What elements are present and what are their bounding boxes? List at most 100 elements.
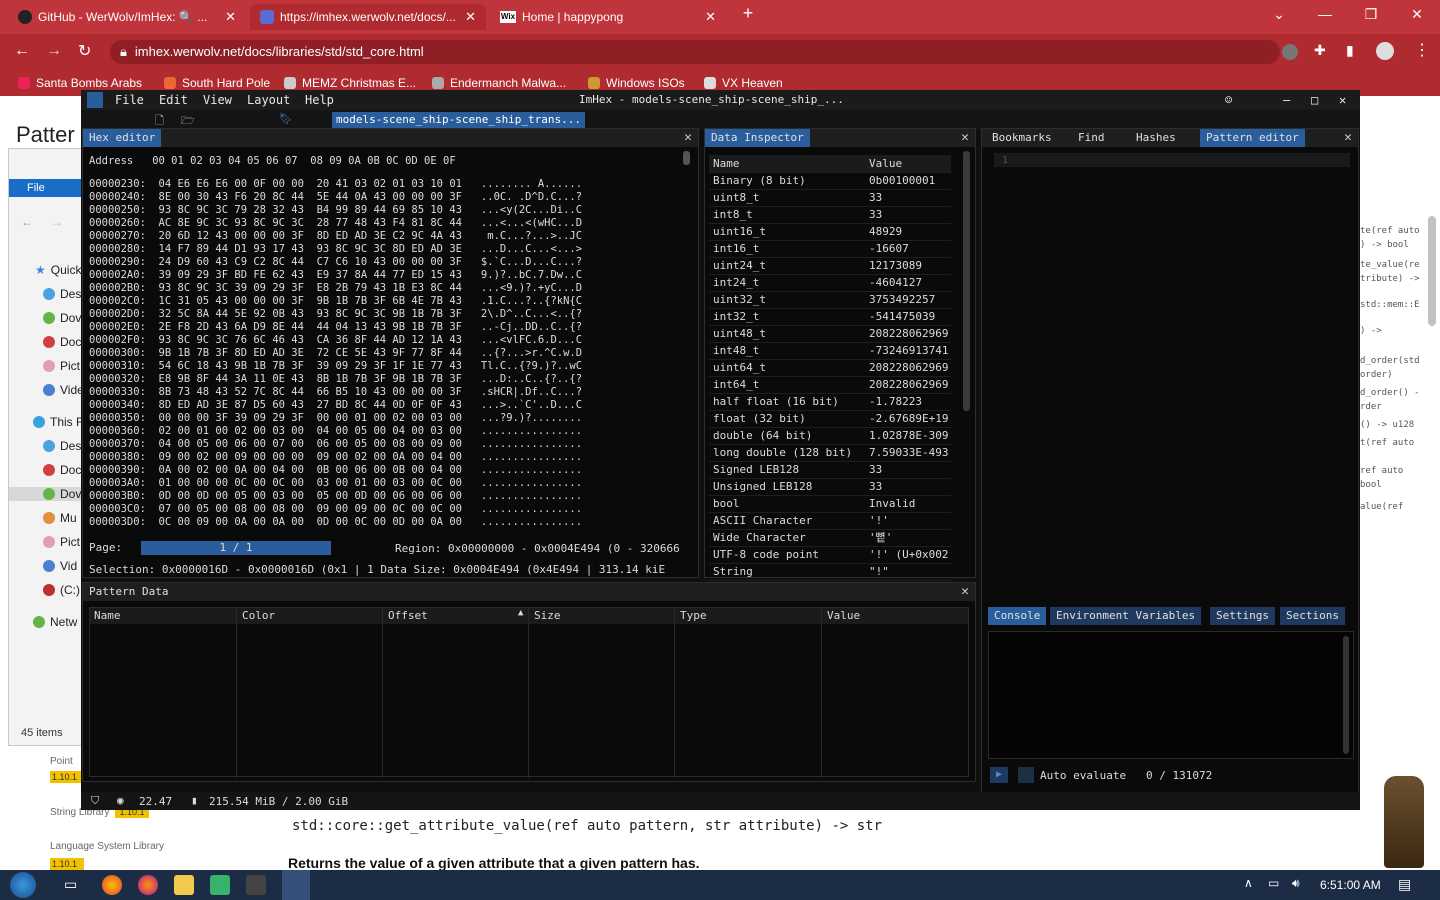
- inspector-value[interactable]: 48929: [869, 223, 955, 240]
- browser-tab-github[interactable]: GitHub - WerWolv/ImHex: 🔍 ... ✕: [8, 4, 246, 30]
- close-icon[interactable]: ✕: [225, 9, 236, 25]
- auto-evaluate-checkbox[interactable]: [1018, 767, 1034, 783]
- nav-quick-access[interactable]: ★ Quick: [35, 263, 81, 277]
- inspector-value[interactable]: -73246913741: [869, 342, 955, 359]
- reload-icon[interactable]: ↻: [78, 41, 91, 61]
- inspector-row[interactable]: Signed LEB128 33: [709, 461, 951, 479]
- hex-row[interactable]: 00000270: 20 6D 12 43 00 00 00 3F 8D ED …: [89, 230, 582, 243]
- inspector-row[interactable]: float (32 bit) -2.67689E+19: [709, 410, 951, 428]
- menu-layout[interactable]: Layout: [247, 93, 290, 107]
- bookmark-item[interactable]: MEMZ Christmas E...: [284, 76, 416, 90]
- hex-row[interactable]: 00000370: 04 00 05 00 06 00 07 00 06 00 …: [89, 438, 582, 451]
- nav-item[interactable]: Vide: [43, 383, 84, 397]
- col-type[interactable]: Type: [680, 609, 707, 622]
- hex-row[interactable]: 000002F0: 93 8C 9C 3C 76 6C 46 43 CA 36 …: [89, 334, 582, 347]
- notifications-icon[interactable]: ▤: [1398, 876, 1411, 893]
- inspector-value[interactable]: -2.67689E+19: [869, 410, 955, 427]
- hex-row[interactable]: 00000320: E8 9B 8F 44 3A 11 0E 43 8B 1B …: [89, 373, 582, 386]
- tab-bookmarks[interactable]: Bookmarks: [986, 129, 1058, 147]
- inspector-value[interactable]: 33: [869, 461, 955, 478]
- bookmark-item[interactable]: Santa Bombs Arabs: [18, 76, 142, 90]
- tab-hex-editor[interactable]: Hex editor: [83, 129, 162, 147]
- nav-network[interactable]: Netw: [33, 615, 77, 629]
- close-icon[interactable]: ✕: [1344, 130, 1352, 145]
- lib-language-system[interactable]: Language System Library 1.10.1: [50, 841, 164, 870]
- tab-sections[interactable]: Sections: [1280, 607, 1345, 625]
- minimize-button[interactable]: —: [1283, 93, 1290, 107]
- tab-hashes[interactable]: Hashes: [1130, 129, 1182, 147]
- shield-icon[interactable]: ⛉: [91, 794, 99, 808]
- nav-item[interactable]: (C:): [43, 583, 80, 597]
- nav-item[interactable]: Dov: [43, 311, 81, 325]
- minimize-button[interactable]: —: [1302, 6, 1348, 22]
- nav-item[interactable]: Doc: [43, 463, 81, 477]
- inspector-row[interactable]: half float (16 bit) -1.78223: [709, 393, 951, 411]
- close-button[interactable]: ✕: [1339, 93, 1346, 107]
- bookmark-item[interactable]: Windows ISOs: [588, 76, 685, 90]
- tab-pattern-data[interactable]: Pattern Data: [83, 583, 175, 601]
- inspector-row[interactable]: double (64 bit) 1.02878E-309: [709, 427, 951, 445]
- hex-row[interactable]: 000002C0: 1C 31 05 43 00 00 00 3F 9B 1B …: [89, 295, 582, 308]
- network-icon[interactable]: ▭: [1268, 876, 1279, 890]
- bookmark-item[interactable]: South Hard Pole: [164, 76, 270, 90]
- chrome-icon[interactable]: [102, 875, 122, 895]
- start-button[interactable]: [10, 872, 36, 898]
- hex-row[interactable]: 000003A0: 01 00 00 00 0C 00 0C 00 03 00 …: [89, 477, 582, 490]
- inspector-row[interactable]: int8_t 33: [709, 206, 951, 224]
- col-offset[interactable]: Offset: [388, 609, 428, 622]
- col-value[interactable]: Value: [827, 609, 860, 622]
- app-icon[interactable]: [210, 875, 230, 895]
- inspector-value[interactable]: '!' (U+0x002: [869, 546, 955, 563]
- col-name[interactable]: Name: [94, 609, 121, 622]
- browser-tab-docs[interactable]: https://imhex.werwolv.net/docs/... ✕: [250, 4, 486, 30]
- inspector-row[interactable]: UTF-8 code point '!' (U+0x002: [709, 546, 951, 564]
- inspector-row[interactable]: int32_t -541475039: [709, 308, 951, 326]
- inspector-row[interactable]: long double (128 bit) 7.59033E-493: [709, 444, 951, 462]
- hex-row[interactable]: 00000350: 00 00 00 3F 39 09 29 3F 00 00 …: [89, 412, 582, 425]
- inspector-value[interactable]: -541475039: [869, 308, 955, 325]
- hex-row[interactable]: 00000250: 93 8C 9C 3C 79 28 32 43 B4 99 …: [89, 204, 582, 217]
- menu-icon[interactable]: ⋮: [1414, 40, 1430, 60]
- sidebar-icon[interactable]: ▮: [1346, 42, 1354, 59]
- hex-row[interactable]: 000003B0: 0D 00 0D 00 05 00 03 00 05 00 …: [89, 490, 582, 503]
- nav-item[interactable]: Vid: [43, 559, 77, 573]
- bookmark-item[interactable]: Endermanch Malwa...: [432, 76, 566, 90]
- tab-settings[interactable]: Settings: [1210, 607, 1275, 625]
- inspector-row[interactable]: bool Invalid: [709, 495, 951, 513]
- puzzle-icon[interactable]: ✚: [1314, 42, 1326, 59]
- inspector-value[interactable]: -1.78223: [869, 393, 955, 410]
- bookmark-icon[interactable]: 🔖︎: [279, 112, 293, 125]
- profile-avatar[interactable]: [1376, 42, 1394, 60]
- maximize-button[interactable]: □: [1311, 93, 1318, 107]
- inspector-value[interactable]: 0b00100001: [869, 172, 955, 189]
- inspector-value[interactable]: -4604127: [869, 274, 955, 291]
- new-tab-button[interactable]: +: [735, 3, 761, 24]
- nav-item[interactable]: Pict: [43, 359, 80, 373]
- page-slider[interactable]: 1 / 1: [141, 541, 331, 555]
- inspector-value[interactable]: 33: [869, 206, 955, 223]
- hex-row[interactable]: 00000330: 8B 73 48 43 52 7C 8C 44 66 B5 …: [89, 386, 582, 399]
- nav-this-pc[interactable]: This F: [33, 415, 83, 429]
- hex-row[interactable]: 00000280: 14 F7 89 44 D1 93 17 43 93 8C …: [89, 243, 582, 256]
- pattern-data-table[interactable]: Name Color Offset ▲ Size Type Value: [89, 607, 969, 778]
- open-file-tab[interactable]: models-scene_ship-scene_ship_trans...: [332, 112, 586, 128]
- inspector-value[interactable]: "!": [869, 563, 955, 580]
- hex-row[interactable]: 00000380: 09 00 02 00 09 00 00 00 09 00 …: [89, 451, 582, 464]
- inspector-row[interactable]: uint16_t 48929: [709, 223, 951, 241]
- editor-line[interactable]: 1: [994, 153, 1350, 167]
- menu-edit[interactable]: Edit: [159, 93, 188, 107]
- tab-search-icon[interactable]: ⌄: [1256, 6, 1302, 23]
- file-explorer-icon[interactable]: [174, 875, 194, 895]
- close-icon[interactable]: ✕: [705, 9, 716, 25]
- firefox-icon[interactable]: [138, 875, 158, 895]
- hex-row[interactable]: 00000290: 24 D9 60 43 C9 C2 8C 44 C7 C6 …: [89, 256, 582, 269]
- inspector-value[interactable]: 7.59033E-493: [869, 444, 955, 461]
- inspector-row[interactable]: int64_t 208228062969: [709, 376, 951, 394]
- address-bar[interactable]: 🔒︎ imhex.werwolv.net/docs/libraries/std/s…: [110, 40, 1280, 64]
- imhex-taskbar-icon[interactable]: [282, 870, 310, 900]
- inspector-row[interactable]: ASCII Character '!': [709, 512, 951, 530]
- inspector-row[interactable]: Binary (8 bit) 0b00100001: [709, 172, 951, 190]
- hex-row[interactable]: 000002E0: 2E F8 2D 43 6A D9 8E 44 44 04 …: [89, 321, 582, 334]
- file-tab[interactable]: File: [27, 182, 45, 194]
- bookmark-item[interactable]: VX Heaven: [704, 76, 783, 90]
